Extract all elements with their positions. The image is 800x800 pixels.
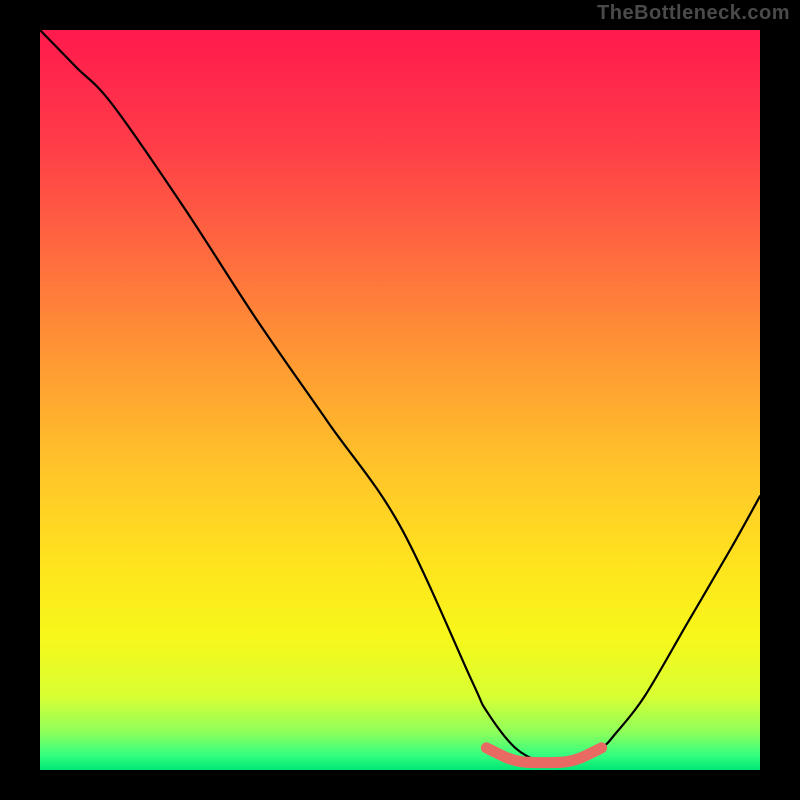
chart-svg [40,30,760,770]
plot-area [40,30,760,770]
watermark-text: TheBottleneck.com [597,2,790,25]
chart-stage: TheBottleneck.com [0,0,800,800]
gradient-rect [40,30,760,770]
